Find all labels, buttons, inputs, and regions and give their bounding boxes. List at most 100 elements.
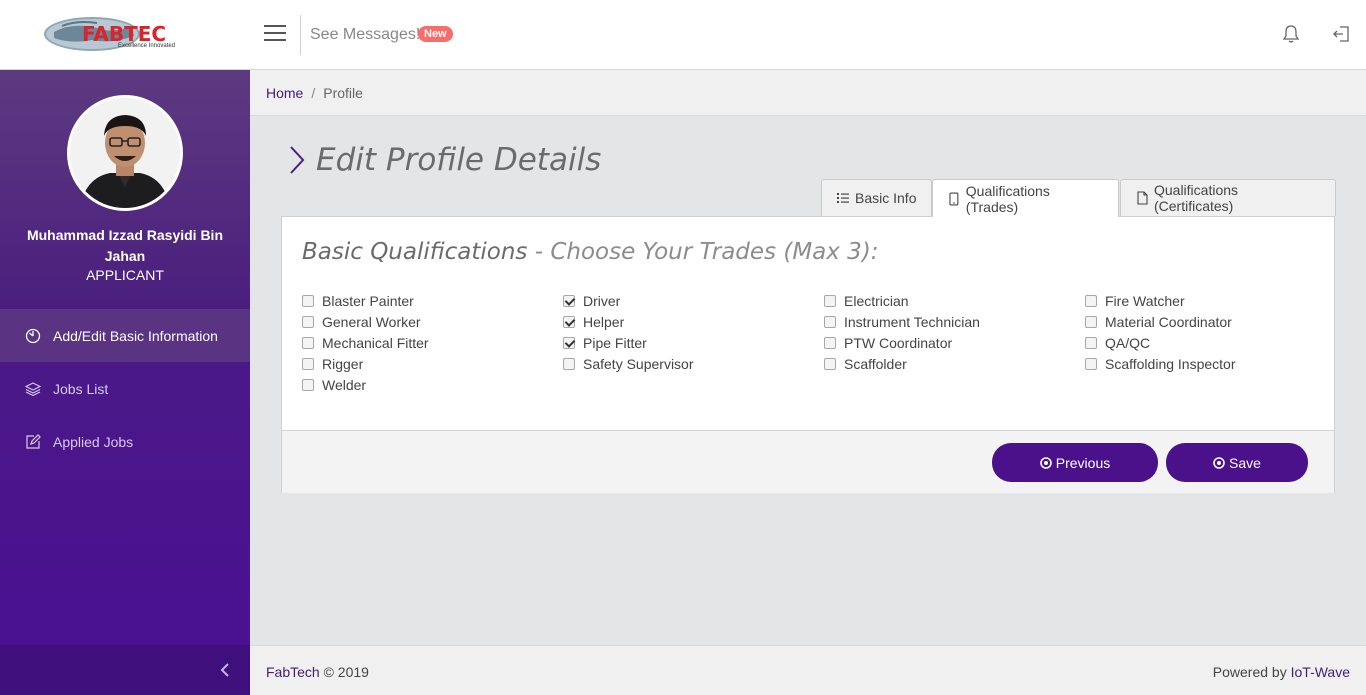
checkbox[interactable] (1085, 295, 1097, 307)
trade-checkbox-safety-supervisor[interactable]: Safety Supervisor (563, 356, 694, 372)
sidebar: Muhammad Izzad Rasyidi Bin Jahan APPLICA… (0, 70, 250, 695)
trade-checkbox-instrument-technician[interactable]: Instrument Technician (824, 314, 980, 330)
breadcrumb-home-link[interactable]: Home (266, 85, 303, 101)
checkbox[interactable] (302, 358, 314, 370)
footer-powered-text: Powered by (1212, 664, 1287, 680)
checkbox[interactable] (824, 295, 836, 307)
checkbox[interactable] (302, 316, 314, 328)
circle-dot-icon (1039, 456, 1052, 469)
chevron-right-icon (290, 146, 305, 174)
tab-qualifications-trades[interactable]: Qualifications (Trades) (932, 179, 1119, 217)
checkbox[interactable] (824, 358, 836, 370)
trade-checkbox-qa-qc[interactable]: QA/QC (1085, 335, 1150, 351)
checkbox[interactable] (1085, 316, 1097, 328)
trade-label: Scaffolding Inspector (1105, 356, 1236, 372)
trade-label: QA/QC (1105, 335, 1151, 351)
trade-label: PTW Coordinator (844, 335, 953, 351)
checkbox[interactable] (302, 337, 314, 349)
tab-qualifications-certificates[interactable]: Qualifications (Certificates) (1120, 179, 1336, 216)
bell-icon[interactable] (1282, 24, 1300, 44)
sidebar-footer (0, 645, 250, 695)
page-footer: FabTech © 2019 Powered by IoT-Wave (250, 645, 1366, 695)
save-button[interactable]: Save (1166, 443, 1308, 482)
card-heading: Basic Qualifications - Choose Your Trade… (302, 239, 879, 265)
edit-icon (26, 433, 41, 449)
checkbox[interactable] (824, 337, 836, 349)
footer-copyright-text: © 2019 (323, 664, 369, 680)
trade-checkbox-rigger[interactable]: Rigger (302, 356, 363, 372)
footer-brand-link[interactable]: FabTech (266, 664, 320, 680)
checkbox[interactable] (302, 295, 314, 307)
trade-checkbox-mechanical-fitter[interactable]: Mechanical Fitter (302, 335, 429, 351)
sidebar-item-label: Add/Edit Basic Information (53, 327, 218, 344)
sidebar-item-add-edit-basic-information[interactable]: Add/Edit Basic Information (0, 309, 250, 362)
breadcrumb: Home / Profile (250, 70, 1366, 116)
checkbox[interactable] (1085, 337, 1097, 349)
card-heading-title: Basic Qualifications (302, 239, 528, 265)
tab-label: Basic Info (855, 190, 917, 206)
breadcrumb-current: Profile (323, 84, 363, 101)
trade-label: General Worker (322, 314, 421, 330)
trade-checkbox-general-worker[interactable]: General Worker (302, 314, 421, 330)
top-header: FABTEC Excellence Innovated See Messages… (0, 0, 1366, 70)
trade-label: Scaffolder (844, 356, 907, 372)
trade-checkbox-fire-watcher[interactable]: Fire Watcher (1085, 293, 1185, 309)
tab-basic-info[interactable]: Basic Info (821, 179, 932, 216)
trade-checkbox-ptw-coordinator[interactable]: PTW Coordinator (824, 335, 952, 351)
trade-checkbox-scaffolder[interactable]: Scaffolder (824, 356, 907, 372)
trade-label: Rigger (322, 356, 364, 372)
sidebar-item-jobs-list[interactable]: Jobs List (0, 362, 250, 415)
trade-checkbox-driver[interactable]: Driver (563, 293, 620, 309)
tab-label: Qualifications (Certificates) (1153, 182, 1239, 214)
tab-label: Qualifications (Trades) (965, 182, 1050, 215)
trade-label: Mechanical Fitter (322, 335, 429, 351)
footer-powered-by: Powered by IoT-Wave (1213, 664, 1350, 680)
previous-button[interactable]: Previous (992, 443, 1158, 482)
trade-label: Fire Watcher (1105, 293, 1185, 309)
logout-icon[interactable] (1332, 24, 1352, 44)
trade-checkbox-helper[interactable]: Helper (563, 314, 624, 330)
tablet-icon (949, 192, 959, 205)
trade-label: Material Coordinator (1105, 314, 1232, 330)
trade-checkbox-blaster-painter[interactable]: Blaster Painter (302, 293, 414, 309)
checkbox[interactable] (563, 337, 575, 349)
menu-icon[interactable] (264, 25, 286, 45)
header-divider (300, 15, 301, 55)
checkbox[interactable] (1085, 358, 1097, 370)
trade-label: Welder (322, 377, 367, 393)
chevron-left-icon[interactable] (218, 662, 232, 678)
clock-icon (25, 328, 41, 343)
list-icon (837, 193, 849, 203)
see-messages-link[interactable]: See Messages! (310, 26, 420, 44)
checkbox[interactable] (563, 358, 575, 370)
footer-powered-link[interactable]: IoT-Wave (1291, 664, 1350, 680)
card-heading-subtitle: - Choose Your Trades (Max 3): (527, 239, 879, 265)
layers-icon (25, 381, 41, 396)
trade-label: Electrician (844, 293, 909, 309)
checkbox[interactable] (302, 379, 314, 391)
profile-block: Muhammad Izzad Rasyidi Bin Jahan APPLICA… (0, 70, 250, 308)
trade-checkbox-material-coordinator[interactable]: Material Coordinator (1085, 314, 1232, 330)
checkbox[interactable] (563, 316, 575, 328)
checkbox[interactable] (563, 295, 575, 307)
new-messages-badge: New (418, 26, 453, 42)
trade-label: Helper (583, 314, 625, 330)
trade-checkbox-welder[interactable]: Welder (302, 377, 366, 393)
checkbox[interactable] (824, 316, 836, 328)
circle-dot-icon (1213, 456, 1225, 469)
trade-checkbox-pipe-fitter[interactable]: Pipe Fitter (563, 335, 647, 351)
avatar (67, 95, 183, 211)
svg-text:Excellence Innovated: Excellence Innovated (118, 43, 175, 49)
breadcrumb-separator: / (311, 84, 316, 101)
trade-checkbox-scaffolding-inspector[interactable]: Scaffolding Inspector (1085, 356, 1236, 372)
qualifications-card: Basic Qualifications - Choose Your Trade… (281, 216, 1335, 493)
save-button-label: Save (1229, 454, 1261, 471)
trade-checkbox-electrician[interactable]: Electrician (824, 293, 909, 309)
sidebar-item-label: Applied Jobs (53, 433, 134, 450)
trade-label: Driver (583, 293, 621, 309)
trade-label: Blaster Painter (322, 293, 414, 309)
sidebar-item-applied-jobs[interactable]: Applied Jobs (0, 415, 250, 468)
user-name: Muhammad Izzad Rasyidi Bin Jahan (26, 227, 224, 264)
fabtec-logo[interactable]: FABTEC Excellence Innovated (42, 14, 202, 54)
sidebar-item-label: Jobs List (53, 380, 109, 397)
